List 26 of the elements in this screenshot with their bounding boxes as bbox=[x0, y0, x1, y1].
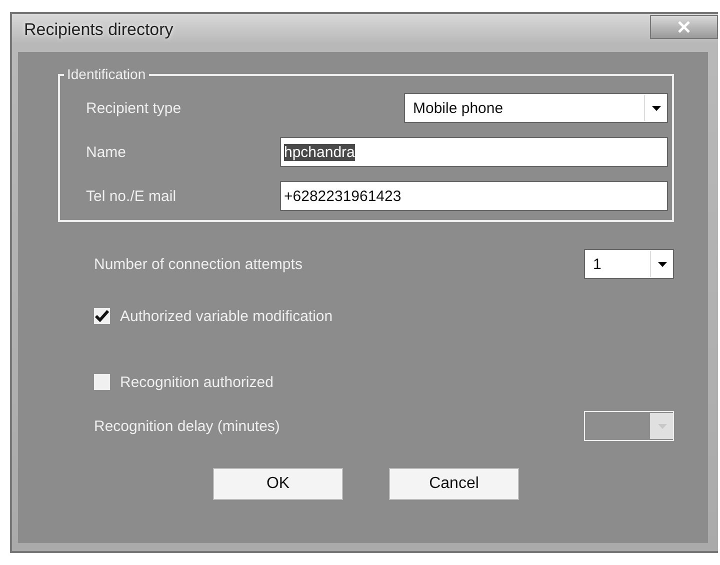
field-value: hpchandra bbox=[284, 144, 355, 160]
checkbox[interactable] bbox=[94, 308, 110, 324]
dropdown-field[interactable]: 1 bbox=[584, 249, 674, 279]
group-label: Identification bbox=[64, 66, 149, 82]
dialog-button[interactable]: OK bbox=[213, 468, 343, 500]
close-button[interactable] bbox=[650, 15, 718, 39]
window-title: Recipients directory bbox=[24, 20, 174, 40]
dialog-button[interactable]: Cancel bbox=[389, 468, 519, 500]
field-label: Number of connection attempts bbox=[94, 256, 302, 272]
checkbox[interactable] bbox=[94, 374, 110, 390]
dropdown-value: 1 bbox=[593, 256, 602, 272]
field-label: Recipient type bbox=[86, 100, 182, 116]
field-label: Tel no./E mail bbox=[86, 188, 176, 204]
field-label: Name bbox=[86, 144, 126, 160]
close-icon bbox=[677, 21, 691, 33]
dropdown-value: Mobile phone bbox=[413, 100, 504, 116]
field-label: Recognition delay (minutes) bbox=[94, 418, 280, 434]
checkbox-label: Authorized variable modification bbox=[120, 308, 333, 324]
checkbox-label: Recognition authorized bbox=[120, 374, 274, 390]
input-field[interactable]: +6282231961423 bbox=[280, 181, 668, 211]
field-value: +6282231961423 bbox=[284, 188, 402, 204]
input-field[interactable]: hpchandra bbox=[280, 137, 668, 167]
caret-icon bbox=[658, 424, 666, 428]
dropdown-field[interactable]: Mobile phone bbox=[404, 93, 668, 123]
caret-icon bbox=[658, 262, 666, 266]
caret-icon bbox=[652, 106, 660, 110]
